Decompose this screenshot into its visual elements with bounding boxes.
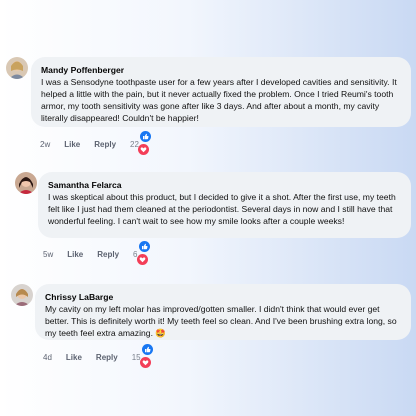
like-button[interactable]: Like: [64, 140, 80, 149]
comment-bubble: Chrissy LaBarge My cavity on my left mol…: [35, 284, 411, 340]
comment-meta: 2w Like Reply 22: [40, 131, 151, 157]
comment-author[interactable]: Mandy Poffenberger: [41, 64, 401, 76]
comment-text: I was a Sensodyne toothpaste user for a …: [41, 77, 397, 123]
reactions[interactable]: [139, 344, 153, 370]
like-reaction-icon: [141, 344, 153, 355]
reactions[interactable]: [137, 131, 151, 157]
like-button[interactable]: Like: [67, 250, 83, 259]
reply-button[interactable]: Reply: [96, 353, 118, 362]
comment-author[interactable]: Samantha Felarca: [48, 179, 401, 191]
like-reaction-icon: [138, 241, 150, 252]
avatar[interactable]: [11, 284, 33, 306]
reactions[interactable]: [136, 241, 150, 267]
reply-button[interactable]: Reply: [97, 250, 119, 259]
comment-age[interactable]: 4d: [43, 353, 52, 362]
love-reaction-icon: [139, 357, 151, 368]
like-button[interactable]: Like: [66, 353, 82, 362]
comment-age[interactable]: 2w: [40, 140, 50, 149]
comment-age[interactable]: 5w: [43, 250, 53, 259]
comment-text: My cavity on my left molar has improved/…: [45, 304, 397, 338]
comment-text: I was skeptical about this product, but …: [48, 192, 396, 226]
love-reaction-icon: [137, 144, 149, 155]
love-reaction-icon: [136, 254, 148, 265]
comment-author[interactable]: Chrissy LaBarge: [45, 291, 401, 303]
comment-bubble: Mandy Poffenberger I was a Sensodyne too…: [31, 57, 411, 127]
comment-bubble: Samantha Felarca I was skeptical about t…: [38, 172, 411, 238]
comment-meta: 5w Like Reply 6: [43, 241, 150, 267]
avatar[interactable]: [15, 172, 37, 194]
avatar[interactable]: [6, 57, 28, 79]
like-reaction-icon: [139, 131, 151, 142]
reply-button[interactable]: Reply: [94, 140, 116, 149]
comment-meta: 4d Like Reply 15: [43, 344, 153, 370]
